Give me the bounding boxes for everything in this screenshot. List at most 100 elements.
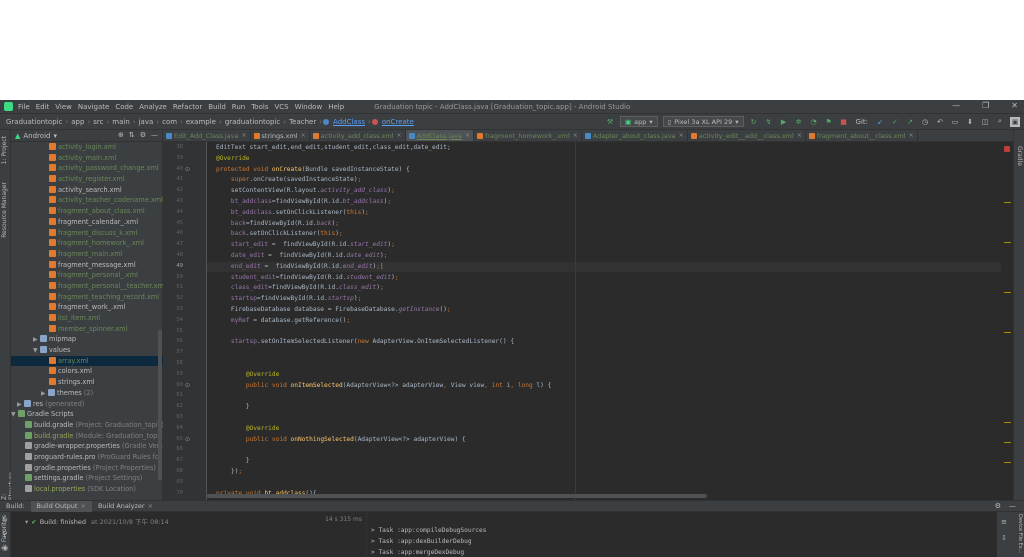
breadcrumb-project[interactable]: Graduationtopic bbox=[4, 118, 64, 126]
tree-item[interactable]: ▶ themes (2) bbox=[11, 388, 163, 399]
warning-marker[interactable] bbox=[1004, 462, 1011, 463]
editor-scrollbar[interactable] bbox=[1001, 142, 1013, 500]
menu-refactor[interactable]: Refactor bbox=[173, 103, 202, 111]
tree-item[interactable]: local.properties (SDK Location) bbox=[11, 484, 163, 495]
close-icon[interactable]: × bbox=[148, 502, 153, 510]
breadcrumb-app[interactable]: app bbox=[69, 118, 86, 126]
chevron-right-icon[interactable]: ▶ bbox=[17, 400, 24, 410]
chevron-right-icon[interactable]: ▶ bbox=[33, 335, 40, 345]
profile-icon[interactable]: ◔ bbox=[809, 117, 819, 127]
tree-item[interactable]: activity_search.xml bbox=[11, 185, 163, 196]
wrap-icon[interactable]: ≡ bbox=[1001, 518, 1007, 526]
warning-marker[interactable] bbox=[1004, 422, 1011, 423]
git-push-icon[interactable]: ↗ bbox=[905, 117, 915, 127]
git-update-icon[interactable]: ↙ bbox=[875, 117, 885, 127]
menu-help[interactable]: Help bbox=[328, 103, 344, 111]
editor-tab[interactable]: fragment_homework_.xml × bbox=[474, 130, 582, 141]
tree-item[interactable]: fragment_message.xml bbox=[11, 260, 163, 271]
tree-item[interactable]: settings.gradle (Project Settings) bbox=[11, 473, 163, 484]
tree-item[interactable]: ▼ Gradle Scripts bbox=[11, 409, 163, 420]
close-icon[interactable]: × bbox=[679, 132, 684, 139]
horizontal-scrollbar[interactable] bbox=[207, 494, 707, 498]
menu-analyze[interactable]: Analyze bbox=[139, 103, 167, 111]
git-commit-icon[interactable]: ✓ bbox=[890, 117, 900, 127]
menu-view[interactable]: View bbox=[55, 103, 72, 111]
collapse-icon[interactable]: ⇅ bbox=[129, 131, 135, 139]
assistant-icon[interactable]: ▣ bbox=[1010, 116, 1020, 127]
editor-tab[interactable]: Edit_Add_Class.java × bbox=[163, 130, 251, 141]
menu-window[interactable]: Window bbox=[295, 103, 323, 111]
tree-item[interactable]: fragment_teaching_record.xml bbox=[11, 292, 163, 303]
breadcrumb-graduationtopic[interactable]: graduationtopic bbox=[223, 118, 282, 126]
breadcrumb-com[interactable]: com bbox=[160, 118, 179, 126]
editor-tab[interactable]: AddClass.java × bbox=[405, 130, 474, 141]
tree-item[interactable]: proguard-rules.pro (ProGuard Rules for G bbox=[11, 452, 163, 463]
close-icon[interactable]: × bbox=[241, 132, 246, 139]
tree-item[interactable]: member_spinner.xml bbox=[11, 324, 163, 335]
tab-build-analyzer[interactable]: Build Analyzer × bbox=[92, 501, 159, 512]
tree-item[interactable]: fragment_discuss_k.xml bbox=[11, 228, 163, 239]
search-icon[interactable]: ⌕ bbox=[995, 117, 1005, 127]
run-config-dropdown[interactable]: ▣ app ▾ bbox=[619, 116, 658, 127]
menu-edit[interactable]: Edit bbox=[36, 103, 50, 111]
chevron-down-icon[interactable]: ▼ bbox=[11, 410, 18, 420]
tree-item[interactable]: fragment_homework_.xml bbox=[11, 238, 163, 249]
gear-icon[interactable]: ⚙ bbox=[995, 502, 1001, 510]
close-icon[interactable]: × bbox=[397, 132, 402, 139]
warning-marker[interactable] bbox=[1004, 292, 1011, 293]
tree-item[interactable]: gradle.properties (Project Properties) bbox=[11, 463, 163, 474]
tab-gradle[interactable]: Gradle bbox=[1016, 146, 1023, 166]
close-icon[interactable]: × bbox=[301, 132, 306, 139]
tree-item[interactable]: activity_register.xml bbox=[11, 174, 163, 185]
project-scrollbar[interactable] bbox=[158, 330, 162, 480]
editor-tab[interactable]: activity_add_class.xml × bbox=[310, 130, 406, 141]
breadcrumb-oncreate[interactable]: onCreate bbox=[380, 118, 416, 126]
attach-debugger-icon[interactable]: ⚑ bbox=[824, 117, 834, 127]
chevron-right-icon[interactable]: ▶ bbox=[41, 389, 48, 399]
tree-item[interactable]: fragment_work_.xml bbox=[11, 302, 163, 313]
tree-item[interactable]: activity_login.xml bbox=[11, 142, 163, 153]
tree-item[interactable]: array.xml bbox=[11, 355, 163, 367]
menu-file[interactable]: File bbox=[18, 103, 30, 111]
tree-item[interactable]: build.gradle (Module: Graduation_topic) bbox=[11, 431, 163, 442]
tree-item[interactable]: strings.xml bbox=[11, 377, 163, 388]
tree-item[interactable]: activity_teacher_codename.xml bbox=[11, 195, 163, 206]
tab-project[interactable]: 1: Project bbox=[1, 136, 8, 164]
warning-marker[interactable] bbox=[1004, 242, 1011, 243]
rollback-icon[interactable]: ↶ bbox=[935, 117, 945, 127]
breadcrumb-main[interactable]: main bbox=[110, 118, 132, 126]
tree-item[interactable]: build.gradle (Project: Graduation_topic) bbox=[11, 420, 163, 431]
tree-item[interactable]: fragment_personal__teacher.xml bbox=[11, 281, 163, 292]
tree-item[interactable]: activity_password_change.xml bbox=[11, 163, 163, 174]
tree-item[interactable]: fragment_about_class.xml bbox=[11, 206, 163, 217]
apply-changes-icon[interactable]: ↯ bbox=[764, 117, 774, 127]
chevron-down-icon[interactable]: ▼ bbox=[33, 346, 40, 356]
editor-tab[interactable]: Adapter_about_class.java × bbox=[582, 130, 688, 141]
tree-item[interactable]: fragment_personal_.xml bbox=[11, 270, 163, 281]
editor-tab[interactable]: strings.xml × bbox=[251, 130, 310, 141]
tab-device-file-explorer[interactable]: Device File Ex... bbox=[1017, 514, 1023, 554]
avd-manager-icon[interactable]: ▭ bbox=[950, 117, 960, 127]
close-window-button[interactable]: ✕ bbox=[1011, 101, 1018, 110]
tree-item[interactable]: list_item.xml bbox=[11, 313, 163, 324]
editor-tab[interactable]: activity_edit__add__class.xml × bbox=[688, 130, 806, 141]
run-icon[interactable]: ▶ bbox=[779, 117, 789, 127]
override-method-icon[interactable]: ⊙ bbox=[185, 436, 190, 443]
breadcrumb-teacher[interactable]: Teacher bbox=[287, 118, 318, 126]
scroll-end-icon[interactable]: ⇩ bbox=[1001, 534, 1007, 542]
warning-marker[interactable] bbox=[1004, 202, 1011, 203]
hide-icon[interactable]: — bbox=[151, 131, 158, 139]
close-icon[interactable]: × bbox=[909, 132, 914, 139]
override-method-icon[interactable]: ⊙ bbox=[185, 166, 190, 173]
editor-tab[interactable]: fragment_about__class.xml × bbox=[806, 130, 918, 141]
warning-marker[interactable] bbox=[1004, 442, 1011, 443]
tree-item[interactable]: fragment_main.xml bbox=[11, 249, 163, 260]
tree-item[interactable]: ▶ mipmap bbox=[11, 334, 163, 345]
device-dropdown[interactable]: ▯ Pixel 3a XL API 29 ▾ bbox=[662, 116, 744, 127]
override-method-icon[interactable]: ⊙ bbox=[185, 382, 190, 389]
stop-icon[interactable]: ■ bbox=[839, 117, 849, 127]
minimize-button[interactable]: — bbox=[952, 101, 960, 110]
refresh-icon[interactable]: ↻ bbox=[749, 117, 759, 127]
tree-item[interactable]: gradle-wrapper.properties (Gradle Vers bbox=[11, 441, 163, 452]
code-editor[interactable]: EditText start_edit,end_edit,student_edi… bbox=[207, 142, 1013, 500]
